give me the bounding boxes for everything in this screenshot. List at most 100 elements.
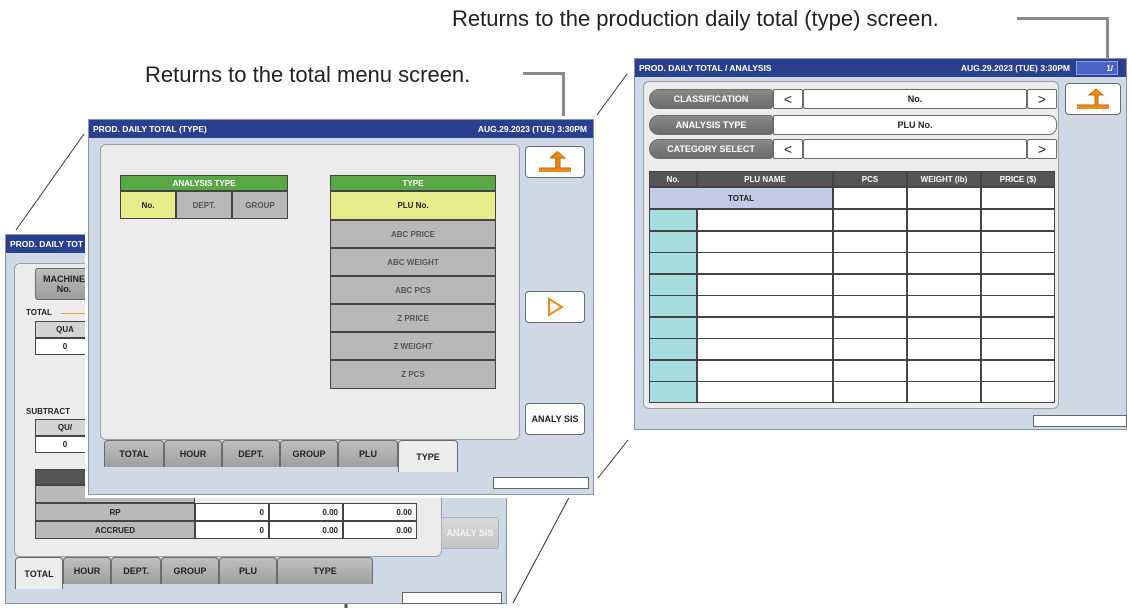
analysis-type-value: PLU No. — [773, 115, 1057, 135]
table-cell — [907, 295, 981, 317]
table-cell — [907, 230, 981, 253]
tab-total[interactable]: TOTAL — [104, 440, 164, 467]
qty-header: QUA — [35, 321, 95, 338]
table-header-weight: WEIGHT (lb) — [907, 171, 981, 187]
table-cell — [907, 209, 981, 231]
table-cell — [907, 273, 981, 296]
table-header-no: No. — [649, 171, 697, 187]
table-cell-no — [649, 273, 697, 296]
type-option-z-weight[interactable]: Z WEIGHT — [330, 332, 496, 360]
tab-group[interactable]: GROUP — [280, 440, 338, 467]
table-cell — [907, 252, 981, 274]
type-option-plu-no[interactable]: PLU No. — [330, 191, 496, 220]
classification-next[interactable]: > — [1027, 89, 1057, 109]
sub-qty-value: 0 — [35, 436, 95, 453]
chevron-left-icon: < — [783, 141, 793, 157]
right-return-button[interactable] — [1065, 83, 1121, 115]
table-cell-no — [649, 316, 697, 339]
table-cell — [907, 316, 981, 339]
classification-prev[interactable]: < — [773, 89, 803, 109]
category-select-label: CATEGORY SELECT — [649, 139, 773, 159]
analysis-option-dept[interactable]: DEPT. — [176, 191, 232, 219]
row-label-accrued: ACCRUED — [35, 521, 195, 539]
table-cell-no — [649, 295, 697, 317]
back-tab-hour[interactable]: HOUR — [63, 557, 111, 584]
table-cell — [907, 338, 981, 360]
back-tab-plu[interactable]: PLU — [219, 557, 277, 584]
chevron-right-icon: > — [1037, 141, 1047, 157]
category-next[interactable]: > — [1027, 139, 1057, 159]
table-cell — [833, 230, 907, 253]
chevron-right-icon: > — [1037, 91, 1047, 107]
table-cell-no — [649, 381, 697, 403]
total-line — [61, 313, 91, 314]
table-cell — [697, 316, 833, 339]
table-cell-no — [649, 209, 697, 231]
table-cell — [907, 381, 981, 403]
table-cell — [981, 252, 1055, 274]
total-label: TOTAL — [26, 308, 52, 317]
back-tab-dept[interactable]: DEPT. — [111, 557, 161, 584]
category-prev[interactable]: < — [773, 139, 803, 159]
row-rp-weight: 0.00 — [269, 503, 343, 521]
table-total-weight — [907, 187, 981, 209]
back-tab-total[interactable]: TOTAL — [15, 557, 63, 589]
back-tab-type[interactable]: TYPE — [277, 557, 373, 584]
analysis-button[interactable]: ANALY SIS — [525, 403, 585, 435]
analysis-type-label: ANALYSIS TYPE — [649, 115, 773, 135]
back-tab-group[interactable]: GROUP — [161, 557, 219, 584]
table-total-label: TOTAL — [649, 187, 833, 209]
manual-illustration: Returns to the production daily total (t… — [0, 0, 1132, 608]
tab-dept[interactable]: DEPT. — [222, 440, 280, 467]
table-cell-no — [649, 359, 697, 382]
table-cell — [981, 273, 1055, 296]
table-cell-no — [649, 338, 697, 360]
type-header: TYPE — [330, 175, 496, 191]
table-cell — [697, 273, 833, 296]
back-analysis-button[interactable]: ANALY SIS — [441, 517, 499, 549]
table-cell — [697, 338, 833, 360]
play-right-icon — [548, 297, 564, 317]
type-option-abc-pcs[interactable]: ABC PCS — [330, 276, 496, 304]
type-option-z-pcs[interactable]: Z PCS — [330, 360, 496, 389]
table-cell — [981, 316, 1055, 339]
row-accrued-price: 0.00 — [343, 521, 417, 539]
tab-plu[interactable]: PLU — [338, 440, 398, 467]
machine-no-button[interactable]: MACHINE No. — [35, 268, 93, 300]
type-option-abc-price[interactable]: ABC PRICE — [330, 220, 496, 248]
table-cell-no — [649, 230, 697, 253]
sub-qty-header: QU/ — [35, 419, 95, 436]
table-cell — [697, 230, 833, 253]
table-header-pcs: PCS — [833, 171, 907, 187]
table-header-price: PRICE ($) — [981, 171, 1055, 187]
type-option-abc-weight[interactable]: ABC WEIGHT — [330, 248, 496, 276]
table-cell — [697, 252, 833, 274]
row-accrued-weight: 0.00 — [269, 521, 343, 539]
table-cell — [981, 230, 1055, 253]
table-cell — [981, 359, 1055, 382]
analysis-option-group[interactable]: GROUP — [232, 191, 288, 219]
table-cell — [697, 295, 833, 317]
next-button[interactable] — [525, 291, 585, 323]
table-cell — [833, 295, 907, 317]
table-cell-no — [649, 252, 697, 274]
table-cell — [981, 295, 1055, 317]
right-screen: PROD. DAILY TOTAL / ANALYSIS AUG.29.2023… — [634, 58, 1127, 430]
subtract-label: SUBTRACT — [26, 407, 70, 416]
table-cell — [833, 359, 907, 382]
status-box — [402, 592, 502, 604]
table-total-pcs — [833, 187, 907, 209]
tab-hour[interactable]: HOUR — [164, 440, 222, 467]
return-button[interactable] — [525, 146, 585, 178]
classification-value: No. — [803, 89, 1027, 109]
right-status-box — [1033, 415, 1127, 427]
page-indicator: 1/ — [1076, 61, 1118, 75]
classification-label: CLASSIFICATION — [649, 89, 773, 109]
type-option-z-price[interactable]: Z PRICE — [330, 304, 496, 332]
analysis-option-no[interactable]: No. — [120, 191, 176, 219]
qty-value: 0 — [35, 338, 95, 355]
middle-screen: PROD. DAILY TOTAL (TYPE) AUG.29.2023 (TU… — [88, 119, 594, 495]
tab-type[interactable]: TYPE — [398, 440, 458, 472]
table-cell — [833, 209, 907, 231]
table-cell — [697, 209, 833, 231]
